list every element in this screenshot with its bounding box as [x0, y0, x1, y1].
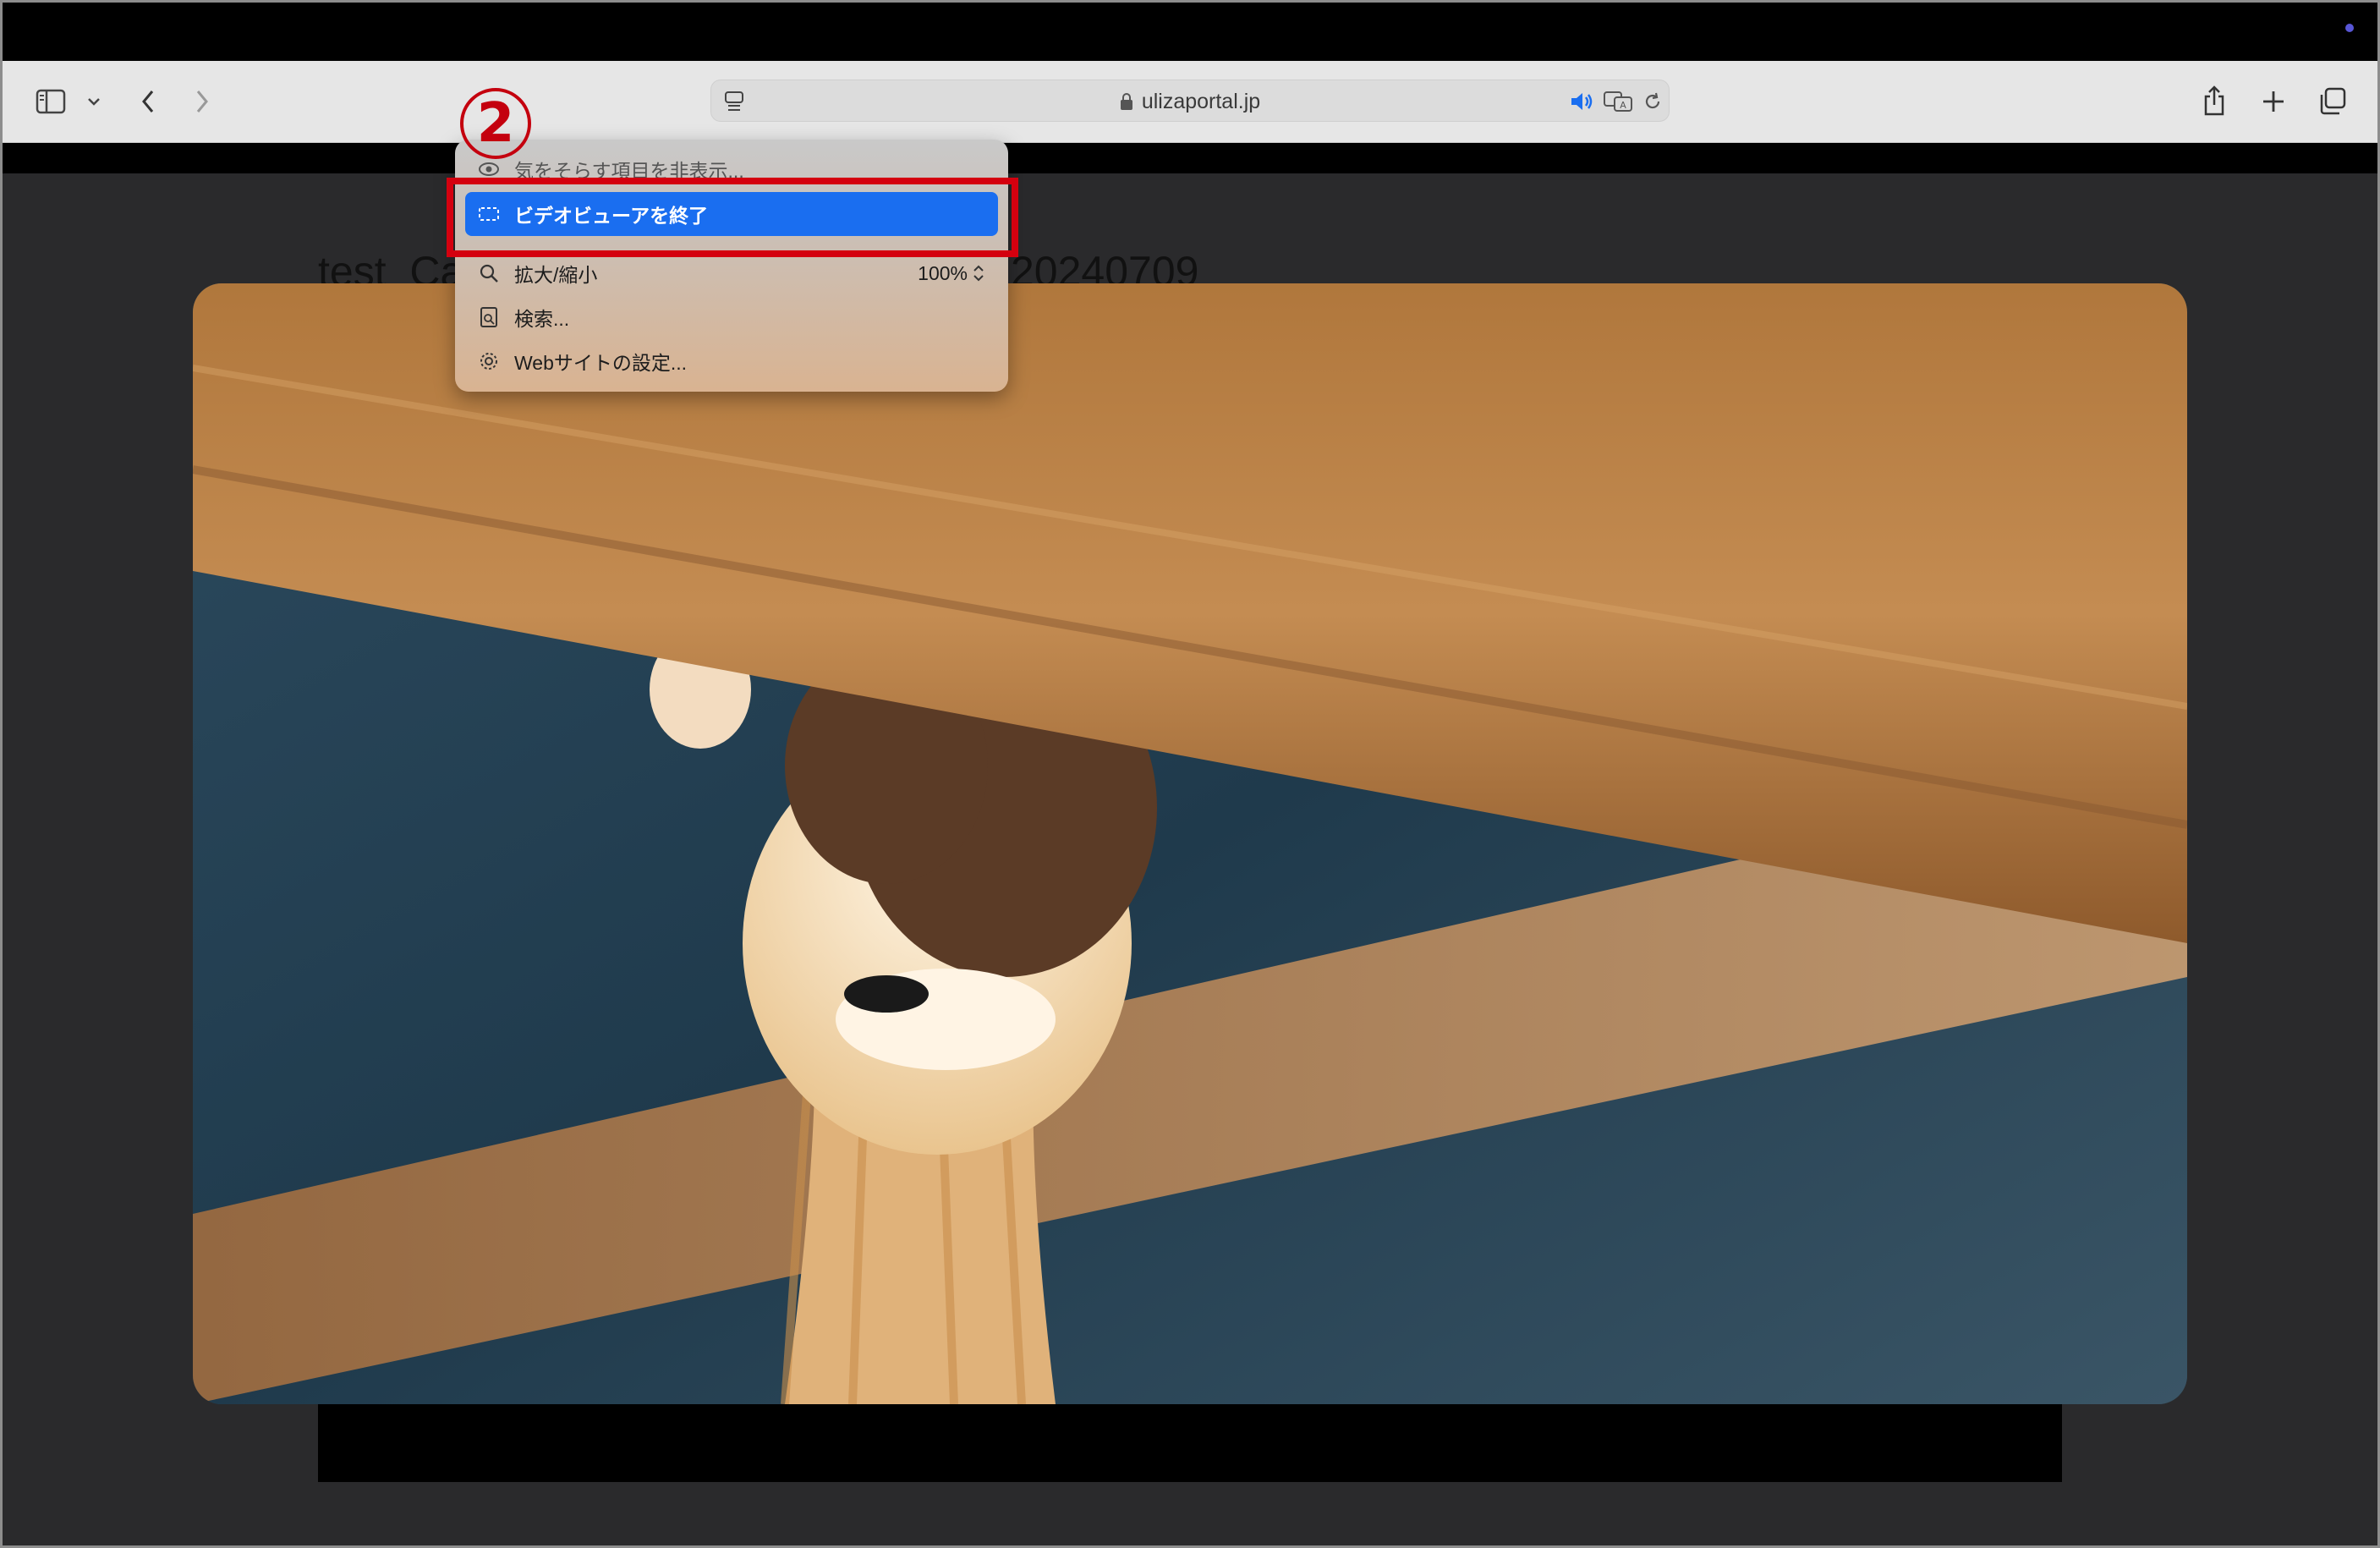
menu-item-label: 検索... [514, 308, 570, 330]
annotation-step-number: 2 [460, 88, 531, 159]
menu-item-find[interactable]: 検索... [455, 296, 1008, 338]
chevron-down-icon[interactable] [85, 91, 103, 112]
svg-text:A: A [1620, 100, 1626, 111]
tab-overview-icon[interactable] [2316, 85, 2350, 118]
reload-icon[interactable] [1640, 89, 1665, 114]
plus-icon[interactable] [2258, 85, 2289, 118]
annotation-highlight-box [447, 178, 1018, 257]
video-letterbox-bar [318, 1404, 2062, 1482]
video-player[interactable] [193, 283, 2187, 1404]
page-top-strip [0, 143, 2380, 173]
zoom-level-control[interactable]: 100% [918, 262, 984, 285]
zoom-level-value: 100% [918, 261, 968, 284]
menu-item-website-settings[interactable]: Webサイトの設定... [455, 340, 1008, 382]
lock-icon [1120, 92, 1133, 111]
share-icon[interactable] [2199, 81, 2229, 120]
translate-icon[interactable]: A [1601, 89, 1635, 114]
magnifier-icon [477, 261, 501, 285]
recording-indicator-dot [2345, 24, 2354, 32]
video-frame-image [193, 283, 2187, 1404]
browser-toolbar: ulizaportal.jp A [0, 61, 2380, 143]
menu-item-label: 拡大/縮小 [514, 264, 598, 286]
back-chevron-icon[interactable] [135, 85, 161, 118]
menu-item-label: Webサイトの設定... [514, 352, 688, 374]
url-display: ulizaportal.jp [711, 80, 1669, 123]
address-bar[interactable]: ulizaportal.jp A [710, 80, 1670, 122]
find-icon [477, 305, 501, 329]
macos-menubar [0, 0, 2380, 61]
speaker-icon[interactable] [1567, 89, 1596, 114]
sidebar-icon[interactable] [34, 86, 68, 117]
up-down-chevron-icon [973, 264, 984, 283]
menu-item-zoom[interactable]: 拡大/縮小 100% [455, 252, 1008, 294]
forward-chevron-icon[interactable] [189, 85, 215, 118]
gear-icon [477, 349, 501, 373]
url-text: ulizaportal.jp [1141, 89, 1261, 113]
